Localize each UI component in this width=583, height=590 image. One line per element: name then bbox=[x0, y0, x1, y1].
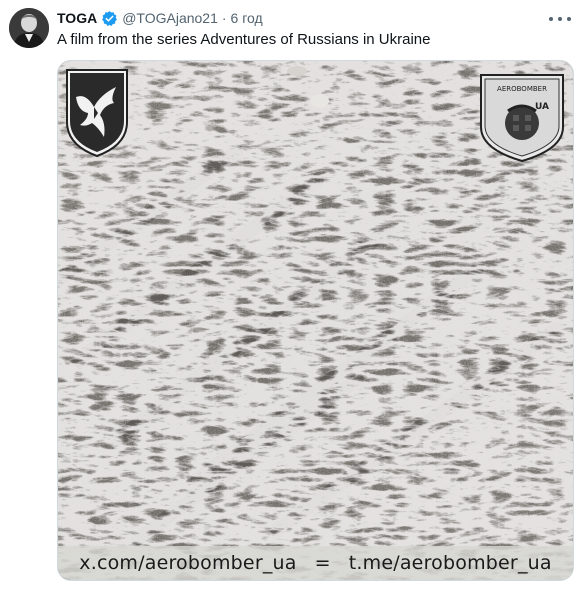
separator-dot: · bbox=[221, 10, 227, 26]
watermark-bar: x.com/aerobomber_ua = t.me/aerobomber_ua bbox=[58, 546, 573, 580]
media-video[interactable]: AEROBOMBER UA x.com/aerobomber_ua = t.me… bbox=[57, 60, 574, 581]
logo-right-title: AEROBOMBER bbox=[497, 85, 547, 93]
verified-badge-icon bbox=[101, 10, 118, 27]
logo-right-aerobomber: AEROBOMBER UA bbox=[480, 74, 564, 163]
logo-right-sub: UA bbox=[535, 102, 549, 112]
tweet-text: A film from the series Adventures of Rus… bbox=[57, 31, 431, 48]
watermark-equals: = bbox=[314, 552, 331, 574]
tweet-header: TOGA @TOGAjano21 · 6 год bbox=[57, 9, 263, 27]
author-name[interactable]: TOGA bbox=[57, 10, 97, 26]
post-time[interactable]: 6 год bbox=[231, 10, 263, 26]
author-handle[interactable]: @TOGAjano21 bbox=[122, 10, 218, 26]
avatar[interactable] bbox=[9, 8, 49, 48]
logo-left-falcon bbox=[66, 69, 128, 158]
more-options-icon[interactable] bbox=[549, 12, 571, 26]
watermark-x-link: x.com/aerobomber_ua bbox=[79, 552, 297, 574]
watermark-telegram-link: t.me/aerobomber_ua bbox=[348, 552, 552, 574]
